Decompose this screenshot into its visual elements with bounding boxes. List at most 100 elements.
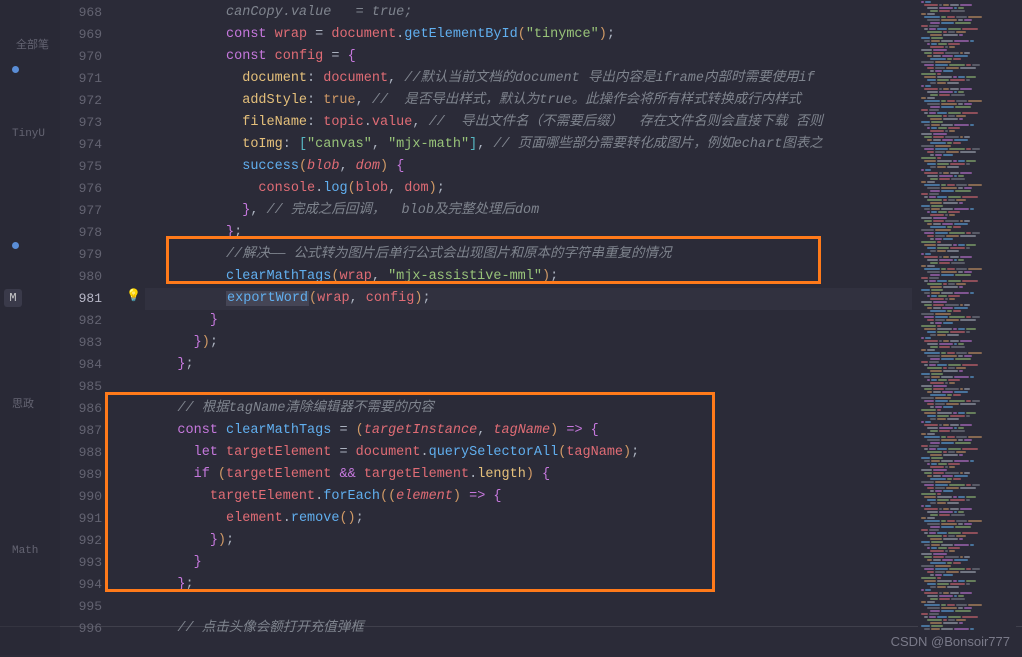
code-line[interactable]: }: [145, 310, 912, 332]
minimap-line: [920, 409, 1014, 411]
code-line[interactable]: //解决—— 公式转为图片后单行公式会出现图片和原本的字符串重复的情况: [145, 244, 912, 266]
code-line[interactable]: element.remove();: [145, 508, 912, 530]
minimap-line: [920, 397, 1014, 399]
code-line[interactable]: document: document, //默认当前文档的document 导出…: [145, 68, 912, 90]
minimap-line: [920, 610, 1014, 612]
minimap-line: [920, 295, 1014, 297]
minimap-line: [920, 319, 1014, 321]
minimap-line: [920, 334, 1014, 336]
line-number: 980: [60, 266, 110, 288]
minimap-line: [920, 34, 1014, 36]
minimap-line: [920, 403, 1014, 405]
minimap-line: [920, 466, 1014, 468]
code-line[interactable]: };: [145, 222, 912, 244]
lightbulb-icon[interactable]: 💡: [126, 288, 141, 303]
code-line[interactable]: });: [145, 530, 912, 552]
minimap-line: [920, 199, 1014, 201]
minimap-line: [920, 439, 1014, 441]
line-number: 990: [60, 486, 110, 508]
minimap-line: [920, 187, 1014, 189]
code-line[interactable]: targetElement.forEach((element) => {: [145, 486, 912, 508]
minimap-line: [920, 301, 1014, 303]
minimap-line: [920, 460, 1014, 462]
code-line[interactable]: [145, 376, 912, 398]
minimap-line: [920, 493, 1014, 495]
minimap[interactable]: [918, 0, 1016, 655]
code-line[interactable]: if (targetElement && targetElement.lengt…: [145, 464, 912, 486]
code-line[interactable]: console.log(blob, dom);: [145, 178, 912, 200]
minimap-line: [920, 535, 1014, 537]
code-line[interactable]: addStyle: true, // 是否导出样式，默认为true。此操作会将所…: [145, 90, 912, 112]
minimap-line: [920, 100, 1014, 102]
minimap-line: [920, 451, 1014, 453]
code-line[interactable]: // 根据tagName清除编辑器不需要的内容: [145, 398, 912, 420]
minimap-line: [920, 391, 1014, 393]
code-line[interactable]: };: [145, 354, 912, 376]
code-line[interactable]: }: [145, 552, 912, 574]
minimap-line: [920, 145, 1014, 147]
minimap-line: [920, 109, 1014, 111]
minimap-line: [920, 529, 1014, 531]
minimap-line: [920, 4, 1014, 6]
minimap-line: [920, 454, 1014, 456]
line-number: 972: [60, 90, 110, 112]
minimap-line: [920, 76, 1014, 78]
minimap-line: [920, 490, 1014, 492]
minimap-line: [920, 13, 1014, 15]
minimap-line: [920, 91, 1014, 93]
code-line[interactable]: [145, 596, 912, 618]
minimap-line: [920, 322, 1014, 324]
minimap-line: [920, 148, 1014, 150]
line-number: 977: [60, 200, 110, 222]
minimap-line: [920, 82, 1014, 84]
minimap-line: [920, 7, 1014, 9]
minimap-line: [920, 436, 1014, 438]
minimap-line: [920, 376, 1014, 378]
minimap-line: [920, 25, 1014, 27]
minimap-line: [920, 541, 1014, 543]
minimap-line: [920, 280, 1014, 282]
code-line[interactable]: }, // 完成之后回调， blob及完整处理后dom: [145, 200, 912, 222]
minimap-line: [920, 262, 1014, 264]
minimap-line: [920, 313, 1014, 315]
code-line[interactable]: const clearMathTags = (targetInstance, t…: [145, 420, 912, 442]
code-line[interactable]: });: [145, 332, 912, 354]
minimap-line: [920, 304, 1014, 306]
minimap-line: [920, 286, 1014, 288]
minimap-line: [920, 241, 1014, 243]
code-line[interactable]: toImg: ["canvas", "mjx-math"], // 页面哪些部分…: [145, 134, 912, 156]
code-line[interactable]: success(blob, dom) {: [145, 156, 912, 178]
bookmark-marker[interactable]: M: [4, 289, 22, 307]
line-number: 994: [60, 574, 110, 596]
minimap-line: [920, 73, 1014, 75]
code-line[interactable]: fileName: topic.value, // 导出文件名（不需要后缀） 存…: [145, 112, 912, 134]
code-line[interactable]: canCopy.value = true;: [145, 2, 912, 24]
sidebar-label: 全部笔: [16, 36, 49, 52]
minimap-line: [920, 316, 1014, 318]
editor-root: 全部笔 TinyU M 思政 Math 96896997097197297397…: [0, 0, 1022, 655]
code-line[interactable]: };: [145, 574, 912, 596]
minimap-line: [920, 259, 1014, 261]
code-area[interactable]: canCopy.value = true; const wrap = docum…: [145, 2, 912, 657]
ghost-item: 思政: [12, 395, 34, 411]
minimap-line: [920, 388, 1014, 390]
code-line[interactable]: clearMathTags(wrap, "mjx-assistive-mml")…: [145, 266, 912, 288]
minimap-line: [920, 142, 1014, 144]
minimap-line: [920, 55, 1014, 57]
code-line[interactable]: let targetElement = document.querySelect…: [145, 442, 912, 464]
minimap-line: [920, 367, 1014, 369]
minimap-line: [920, 499, 1014, 501]
minimap-line: [920, 616, 1014, 618]
code-line[interactable]: const config = {: [145, 46, 912, 68]
minimap-line: [920, 478, 1014, 480]
code-line[interactable]: exportWord(wrap, config);: [145, 288, 912, 310]
minimap-line: [920, 232, 1014, 234]
minimap-line: [920, 19, 1014, 21]
code-line[interactable]: // 点击头像会额打开充值弹框: [145, 618, 912, 640]
code-line[interactable]: const wrap = document.getElementById("ti…: [145, 24, 912, 46]
minimap-line: [920, 220, 1014, 222]
minimap-line: [920, 625, 1014, 627]
minimap-line: [920, 16, 1014, 18]
minimap-line: [920, 274, 1014, 276]
minimap-line: [920, 580, 1014, 582]
